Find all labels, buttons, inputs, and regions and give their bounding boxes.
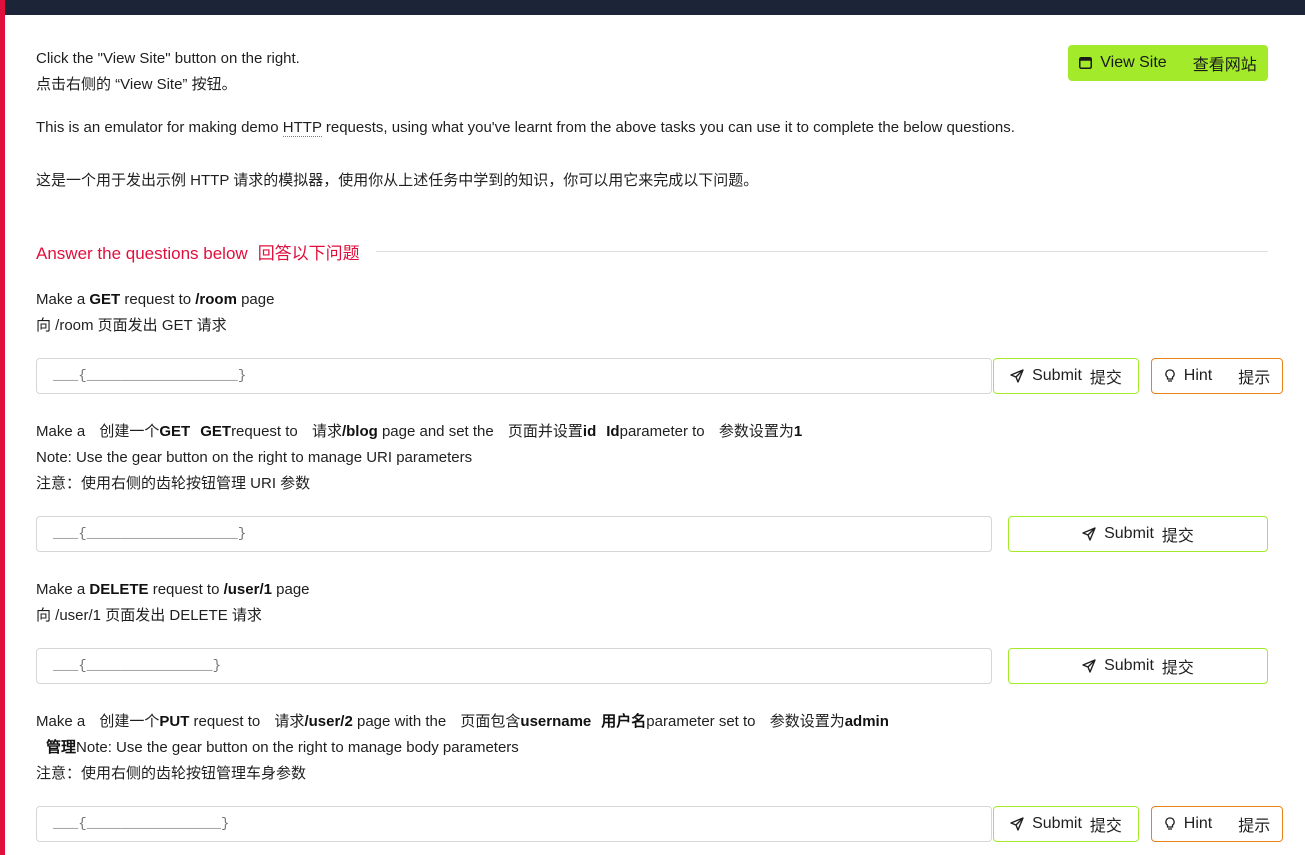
question-1-text-cn: 向 /room 页面发出 GET 请求 bbox=[36, 317, 227, 334]
send-icon bbox=[1082, 659, 1096, 673]
section-title: Answer the questions below 回答以下问题 bbox=[36, 243, 360, 263]
question-2-note-cn: 注意：使用右侧的齿轮按钮管理 URI 参数 bbox=[36, 475, 311, 492]
send-icon bbox=[1010, 369, 1024, 383]
lightbulb-icon bbox=[1164, 817, 1176, 831]
question-3-text: Make a DELETE request to /user/1 page bbox=[36, 581, 310, 598]
question-2-note: Note: Use the gear button on the right t… bbox=[36, 449, 473, 466]
section-divider bbox=[375, 250, 1268, 252]
browser-window-icon bbox=[1079, 57, 1093, 69]
questions-section-header: Answer the questions below 回答以下问题 bbox=[36, 238, 1268, 264]
question-2-answer-input[interactable] bbox=[36, 516, 992, 552]
send-icon bbox=[1010, 817, 1024, 831]
emulator-description: This is an emulator for making demo HTTP… bbox=[36, 115, 1015, 141]
send-icon bbox=[1082, 527, 1096, 541]
question-1-hint-button[interactable]: Hint 提示 bbox=[1151, 358, 1283, 394]
question-3-text-cn: 向 /user/1 页面发出 DELETE 请求 bbox=[36, 607, 262, 624]
desc-text-2: requests, using what you've learnt from … bbox=[321, 119, 1015, 136]
intro-line-cn: 点击右侧的 “View Site” 按钮。 bbox=[36, 76, 237, 93]
question-4-note-cn: 注意：使用右侧的齿轮按钮管理车身参数 bbox=[36, 765, 307, 782]
http-abbr: HTTP bbox=[282, 119, 322, 137]
view-site-label-cn: 查看网站 bbox=[1192, 57, 1257, 74]
question-4-hint-button[interactable]: Hint 提示 bbox=[1151, 806, 1283, 842]
top-navbar bbox=[0, 0, 1305, 15]
question-2-submit-button[interactable]: Submit 提交 bbox=[1008, 516, 1268, 552]
question-2-text: Make a 创建一个GET GETrequest to 请求/blog page… bbox=[36, 423, 803, 440]
question-3-submit-button[interactable]: Submit 提交 bbox=[1008, 648, 1268, 684]
question-1-submit-button[interactable]: Submit 提交 bbox=[993, 358, 1139, 394]
intro-line-en: Click the "View Site" button on the righ… bbox=[36, 50, 300, 67]
desc-text-1: This is an emulator for making demo bbox=[36, 119, 283, 136]
question-1-text: Make a GET request to /room page bbox=[36, 291, 275, 308]
left-accent-bar bbox=[0, 0, 5, 855]
question-4-answer-input[interactable] bbox=[36, 806, 992, 842]
emulator-description-cn: 这是一个用于发出示例 HTTP 请求的模拟器，使用你从上述任务中学到的知识，你可… bbox=[36, 172, 759, 189]
view-site-button[interactable]: View Site 查看网站 bbox=[1068, 45, 1268, 81]
question-4-text: Make a 创建一个PUT request to 请求/user/2 page… bbox=[36, 713, 889, 730]
question-4-note: 管理Note: Use the gear button on the right… bbox=[46, 739, 519, 756]
lightbulb-icon bbox=[1164, 369, 1176, 383]
question-3-answer-input[interactable] bbox=[36, 648, 992, 684]
question-4-submit-button[interactable]: Submit 提交 bbox=[993, 806, 1139, 842]
view-site-label: View Site bbox=[1100, 54, 1167, 71]
question-1-answer-input[interactable] bbox=[36, 358, 992, 394]
